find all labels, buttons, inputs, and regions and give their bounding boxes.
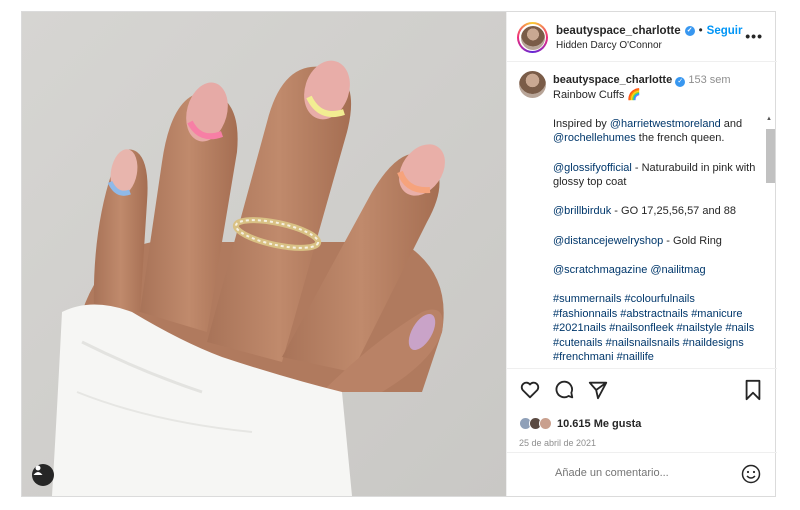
post-date[interactable]: 25 de abril de 2021 xyxy=(519,438,596,448)
caption-text: Inspired by xyxy=(553,117,610,130)
bookmark-icon[interactable] xyxy=(743,379,763,401)
caption-text: and xyxy=(720,117,743,130)
likes-count[interactable]: 10.615 Me gusta xyxy=(557,418,641,430)
mention-link[interactable]: @rochellehumes xyxy=(553,132,636,144)
tagged-users-button[interactable] xyxy=(32,464,54,486)
verified-icon: ✓ xyxy=(684,26,695,36)
liker-avatar xyxy=(539,417,552,430)
user-icon xyxy=(33,465,43,475)
likes-row[interactable]: 10.615 Me gusta xyxy=(519,417,641,430)
caption-body: beautyspace_charlotte ✓ 153 sem Rainbow … xyxy=(553,73,758,365)
scroll-thumb[interactable] xyxy=(766,129,775,183)
comment-bar xyxy=(507,452,777,496)
instagram-post: beautyspace_charlotte ✓ • Seguir Hidden … xyxy=(21,11,777,497)
mention-link[interactable]: @glossifyofficial xyxy=(553,162,632,174)
avatar xyxy=(520,25,545,50)
mention-link[interactable]: @brillbirduk xyxy=(553,205,611,217)
caption-time: 153 sem xyxy=(688,74,731,86)
mention-link[interactable]: @scratchmagazine xyxy=(553,264,647,276)
header-username[interactable]: beautyspace_charlotte xyxy=(556,25,681,37)
caption-area: beautyspace_charlotte ✓ 153 sem Rainbow … xyxy=(507,63,777,366)
scroll-up-icon[interactable]: ▲ xyxy=(766,116,772,122)
verified-icon: ✓ xyxy=(675,77,686,87)
caption-text: - Gold Ring xyxy=(663,234,722,247)
header-subtitle[interactable]: Hidden Darcy O'Connor xyxy=(556,40,662,51)
caption-avatar[interactable] xyxy=(519,71,546,98)
mention-link[interactable]: @harrietwestmoreland xyxy=(610,118,721,130)
more-icon[interactable]: ••• xyxy=(745,28,763,44)
post-sidebar: beautyspace_charlotte ✓ • Seguir Hidden … xyxy=(506,12,777,496)
mention-link[interactable]: @nailitmag xyxy=(650,264,705,276)
comment-input[interactable] xyxy=(555,467,725,479)
caption-text: the french queen. xyxy=(635,132,725,145)
heart-icon[interactable] xyxy=(519,379,541,401)
caption-text: - GO 17,25,56,57 and 88 xyxy=(611,205,737,218)
header-user-row: beautyspace_charlotte ✓ • Seguir xyxy=(556,25,742,37)
caption-title: Rainbow Cuffs 🌈 xyxy=(553,88,642,101)
comment-icon[interactable] xyxy=(553,379,575,401)
caption-scrollbar[interactable]: ▲ ▼ xyxy=(765,116,775,366)
share-icon[interactable] xyxy=(587,379,609,401)
separator-dot: • xyxy=(698,25,703,37)
hashtags[interactable]: #summernails #colourfulnails #fashionnai… xyxy=(553,292,758,365)
caption-username[interactable]: beautyspace_charlotte xyxy=(553,74,672,86)
emoji-icon[interactable] xyxy=(741,464,761,484)
follow-button[interactable]: Seguir xyxy=(707,25,743,37)
story-ring[interactable] xyxy=(517,22,548,53)
mention-link[interactable]: @distancejewelryshop xyxy=(553,235,663,247)
post-header: beautyspace_charlotte ✓ • Seguir Hidden … xyxy=(507,12,777,62)
post-image[interactable] xyxy=(22,12,506,496)
hand-photo xyxy=(22,12,506,496)
